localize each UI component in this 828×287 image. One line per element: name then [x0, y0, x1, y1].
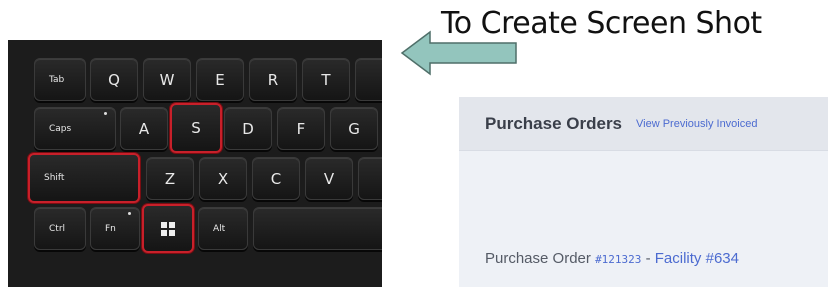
key-alt: Alt	[198, 207, 248, 250]
keyboard-photo: Tab Q W E R T Caps A S D F G Shift Z X C…	[8, 40, 382, 287]
caps-indicator-dot	[104, 112, 107, 115]
key-space	[253, 207, 382, 250]
view-previously-invoiced-link[interactable]: View Previously Invoiced	[636, 118, 757, 130]
key-t: T	[302, 58, 350, 101]
key-partial-row1	[355, 58, 382, 101]
panel-header: Purchase Orders View Previously Invoiced	[459, 97, 828, 151]
key-v: V	[305, 157, 353, 200]
purchase-orders-title: Purchase Orders	[485, 113, 623, 133]
facility-link[interactable]: Facility #634	[655, 250, 739, 267]
purchase-order-line: Purchase Order #121323 - Facility #634	[485, 250, 739, 267]
key-windows-highlighted	[142, 204, 194, 253]
key-x: X	[199, 157, 247, 200]
key-caps-label: Caps	[49, 123, 72, 134]
key-d: D	[224, 107, 272, 150]
key-s-highlighted: S	[170, 103, 222, 153]
key-shift-highlighted: Shift	[28, 153, 140, 203]
key-fn-label: Fn	[105, 223, 116, 234]
key-r: R	[249, 58, 297, 101]
key-c: C	[252, 157, 300, 200]
key-w: W	[143, 58, 191, 101]
key-fn: Fn	[90, 207, 140, 250]
key-g: G	[330, 107, 378, 150]
key-partial-row3	[358, 157, 382, 200]
purchase-order-number-link[interactable]: #121323	[595, 253, 641, 266]
key-a: A	[120, 107, 168, 150]
key-caps: Caps	[34, 107, 116, 150]
key-ctrl: Ctrl	[34, 207, 86, 250]
windows-icon	[161, 221, 175, 236]
key-q: Q	[90, 58, 138, 101]
purchase-orders-panel: Purchase Orders View Previously Invoiced…	[459, 97, 828, 287]
purchase-order-label: Purchase Order	[485, 250, 591, 267]
key-e: E	[196, 58, 244, 101]
left-arrow-icon	[400, 30, 517, 76]
key-z: Z	[146, 157, 194, 200]
key-f: F	[277, 107, 325, 150]
fn-indicator-dot	[128, 212, 131, 215]
key-tab: Tab	[34, 58, 86, 101]
separator: -	[645, 250, 651, 267]
